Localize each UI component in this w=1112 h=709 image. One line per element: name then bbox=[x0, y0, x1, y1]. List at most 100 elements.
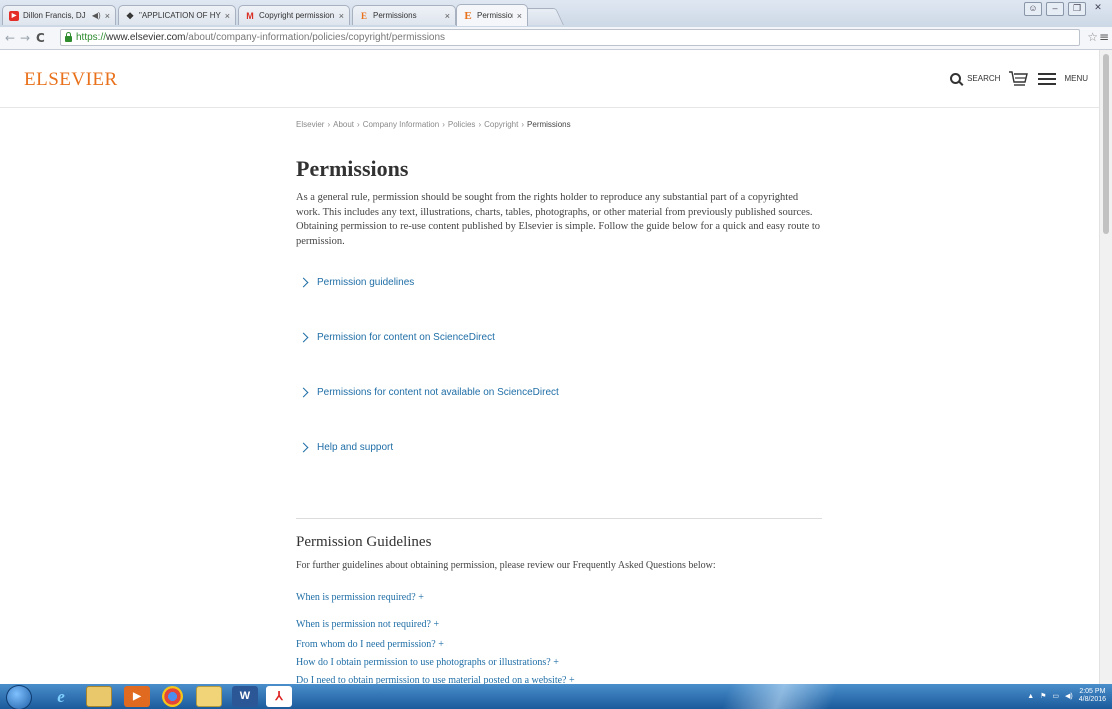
faq-item[interactable]: When is permission not required? + bbox=[296, 619, 439, 630]
breadcrumb-item[interactable]: Policies bbox=[448, 120, 476, 129]
url-path: /about/company-information/policies/copy… bbox=[185, 32, 446, 43]
breadcrumb-item[interactable]: Company Information bbox=[363, 120, 439, 129]
tab-title: Permissions bbox=[477, 11, 513, 20]
forward-icon[interactable]: → bbox=[20, 31, 30, 45]
vertical-scrollbar[interactable] bbox=[1099, 50, 1112, 684]
faq-item[interactable]: How do I obtain permission to use photog… bbox=[296, 657, 559, 668]
file-explorer-icon[interactable] bbox=[86, 686, 112, 707]
tray-arrow-icon[interactable]: ▲ bbox=[1027, 693, 1034, 700]
browser-menu-icon[interactable]: ≡ bbox=[1099, 30, 1109, 44]
intro-paragraph: As a general rule, permission should be … bbox=[296, 192, 821, 247]
url-host: www.elsevier.com bbox=[106, 32, 186, 43]
elsevier-icon: E bbox=[360, 10, 367, 21]
back-icon[interactable]: ← bbox=[5, 31, 15, 45]
tab-gmail[interactable]: M Copyright permission - ar × bbox=[238, 5, 350, 25]
site-header: ELSEVIER SEARCH MENU bbox=[0, 50, 1100, 108]
breadcrumb-separator: › bbox=[357, 120, 360, 129]
acrobat-icon[interactable]: ⅄ bbox=[266, 686, 292, 707]
accordion-label: Permissions for content not available on… bbox=[317, 387, 559, 398]
tab-title: Copyright permission - ar bbox=[259, 11, 335, 20]
faq-item[interactable]: From whom do I need permission? + bbox=[296, 639, 444, 650]
accordion-label: Permission for content on ScienceDirect bbox=[317, 332, 495, 343]
chevron-right-icon bbox=[298, 332, 309, 343]
accordion-permission-guidelines[interactable]: Permission guidelines bbox=[298, 277, 415, 288]
close-tab-icon[interactable]: × bbox=[445, 11, 450, 21]
search-icon[interactable] bbox=[950, 73, 962, 84]
tab-document[interactable]: ❖ "APPLICATION OF HYDRC × bbox=[118, 5, 236, 25]
page-title: Permissions bbox=[296, 156, 409, 181]
close-tab-icon[interactable]: × bbox=[517, 11, 522, 21]
breadcrumb-separator: › bbox=[327, 120, 331, 129]
taskbar-glow bbox=[650, 684, 910, 709]
breadcrumb-item[interactable]: Elsevier bbox=[296, 120, 324, 129]
chrome-icon[interactable] bbox=[162, 686, 183, 707]
url-field[interactable]: https:// www.elsevier.com /about/company… bbox=[60, 29, 1080, 46]
elsevier-logo[interactable]: ELSEVIER bbox=[24, 69, 118, 91]
breadcrumb-item[interactable]: Copyright bbox=[484, 120, 518, 129]
accordion-label: Permission guidelines bbox=[317, 277, 415, 288]
accordion-not-sciencedirect[interactable]: Permissions for content not available on… bbox=[298, 387, 559, 398]
minimize-button[interactable]: – bbox=[1046, 2, 1064, 16]
flag-icon[interactable]: ⚑ bbox=[1040, 692, 1046, 700]
gmail-icon: M bbox=[246, 10, 254, 21]
chevron-right-icon bbox=[298, 442, 309, 453]
lock-icon bbox=[65, 31, 72, 42]
restore-button[interactable]: ❐ bbox=[1068, 2, 1086, 16]
header-actions: SEARCH MENU bbox=[950, 70, 1088, 87]
network-icon[interactable]: ▭ bbox=[1052, 692, 1059, 700]
tab-permissions[interactable]: E Permissions × bbox=[352, 5, 456, 25]
close-window-button[interactable]: ✕ bbox=[1090, 2, 1106, 14]
tab-title: Dillon Francis, DJ Snake bbox=[23, 11, 88, 20]
faq-item[interactable]: When is permission required? + bbox=[296, 592, 424, 603]
chevron-right-icon bbox=[298, 277, 309, 288]
address-bar-row: ← → C https:// www.elsevier.com /about/c… bbox=[0, 27, 1112, 50]
guidelines-subtitle: For further guidelines about obtaining p… bbox=[296, 560, 716, 571]
breadcrumb: Elsevier › About › Company Information › Polic… bbox=[296, 120, 826, 134]
clock-date: 4/8/2016 bbox=[1078, 696, 1106, 703]
breadcrumb-separator: › bbox=[478, 120, 482, 129]
media-player-icon[interactable]: ▶ bbox=[124, 686, 150, 707]
search-label[interactable]: SEARCH bbox=[967, 74, 1000, 83]
word-icon[interactable]: W bbox=[232, 686, 258, 707]
window-controls: ☺ – ❐ ✕ bbox=[1024, 2, 1106, 16]
breadcrumb-separator: › bbox=[521, 120, 525, 129]
main-content: Elsevier › About › Company Information › Polic… bbox=[296, 120, 826, 260]
accordion-help-support[interactable]: Help and support bbox=[298, 442, 394, 453]
system-tray: ▲ ⚑ ▭ ◀) 2:05 PM 4/8/2016 bbox=[1027, 688, 1106, 704]
breadcrumb-item[interactable]: About bbox=[333, 120, 354, 129]
internet-explorer-icon[interactable]: e bbox=[48, 686, 74, 707]
cart-icon[interactable] bbox=[1008, 70, 1029, 87]
youtube-icon: ▶ bbox=[9, 10, 19, 21]
hamburger-menu-icon[interactable] bbox=[1038, 72, 1057, 85]
tab-permissions-active[interactable]: E Permissions × bbox=[456, 4, 528, 26]
breadcrumb-separator: › bbox=[442, 120, 445, 129]
url-scheme: https:// bbox=[76, 32, 107, 43]
clock-time: 2:05 PM bbox=[1079, 688, 1106, 695]
close-tab-icon[interactable]: × bbox=[339, 11, 344, 21]
scrollbar-thumb[interactable] bbox=[1103, 54, 1109, 234]
elsevier-icon: E bbox=[464, 9, 472, 22]
guidelines-heading: Permission Guidelines bbox=[296, 534, 432, 550]
start-button[interactable] bbox=[6, 685, 32, 709]
menu-label[interactable]: MENU bbox=[1064, 74, 1088, 83]
close-tab-icon[interactable]: × bbox=[225, 11, 230, 21]
audio-icon[interactable]: ◀) bbox=[92, 11, 101, 20]
tab-title: "APPLICATION OF HYDRC bbox=[139, 11, 221, 20]
volume-icon[interactable]: ◀) bbox=[1065, 692, 1073, 700]
chevron-right-icon bbox=[298, 387, 309, 398]
bookmark-star-icon[interactable]: ☆ bbox=[1087, 30, 1098, 44]
accordion-label: Help and support bbox=[317, 442, 394, 453]
breadcrumb-current: Permissions bbox=[527, 120, 571, 129]
tab-title: Permissions bbox=[373, 11, 417, 20]
close-tab-icon[interactable]: × bbox=[105, 11, 110, 21]
browser-tab-strip: ▶ Dillon Francis, DJ Snake ◀) × ❖ "APPLI… bbox=[0, 0, 1112, 27]
document-icon: ❖ bbox=[125, 10, 135, 21]
user-icon[interactable]: ☺ bbox=[1024, 2, 1042, 16]
taskbar: e ▶ W ⅄ ▲ ⚑ ▭ ◀) 2:05 PM 4/8/2016 bbox=[0, 684, 1112, 709]
folder-icon[interactable] bbox=[196, 686, 222, 707]
section-divider bbox=[296, 518, 822, 519]
reload-icon[interactable]: C bbox=[36, 31, 45, 45]
tab-youtube[interactable]: ▶ Dillon Francis, DJ Snake ◀) × bbox=[2, 5, 116, 25]
clock[interactable]: 2:05 PM 4/8/2016 bbox=[1079, 688, 1106, 704]
accordion-sciencedirect[interactable]: Permission for content on ScienceDirect bbox=[298, 332, 495, 343]
